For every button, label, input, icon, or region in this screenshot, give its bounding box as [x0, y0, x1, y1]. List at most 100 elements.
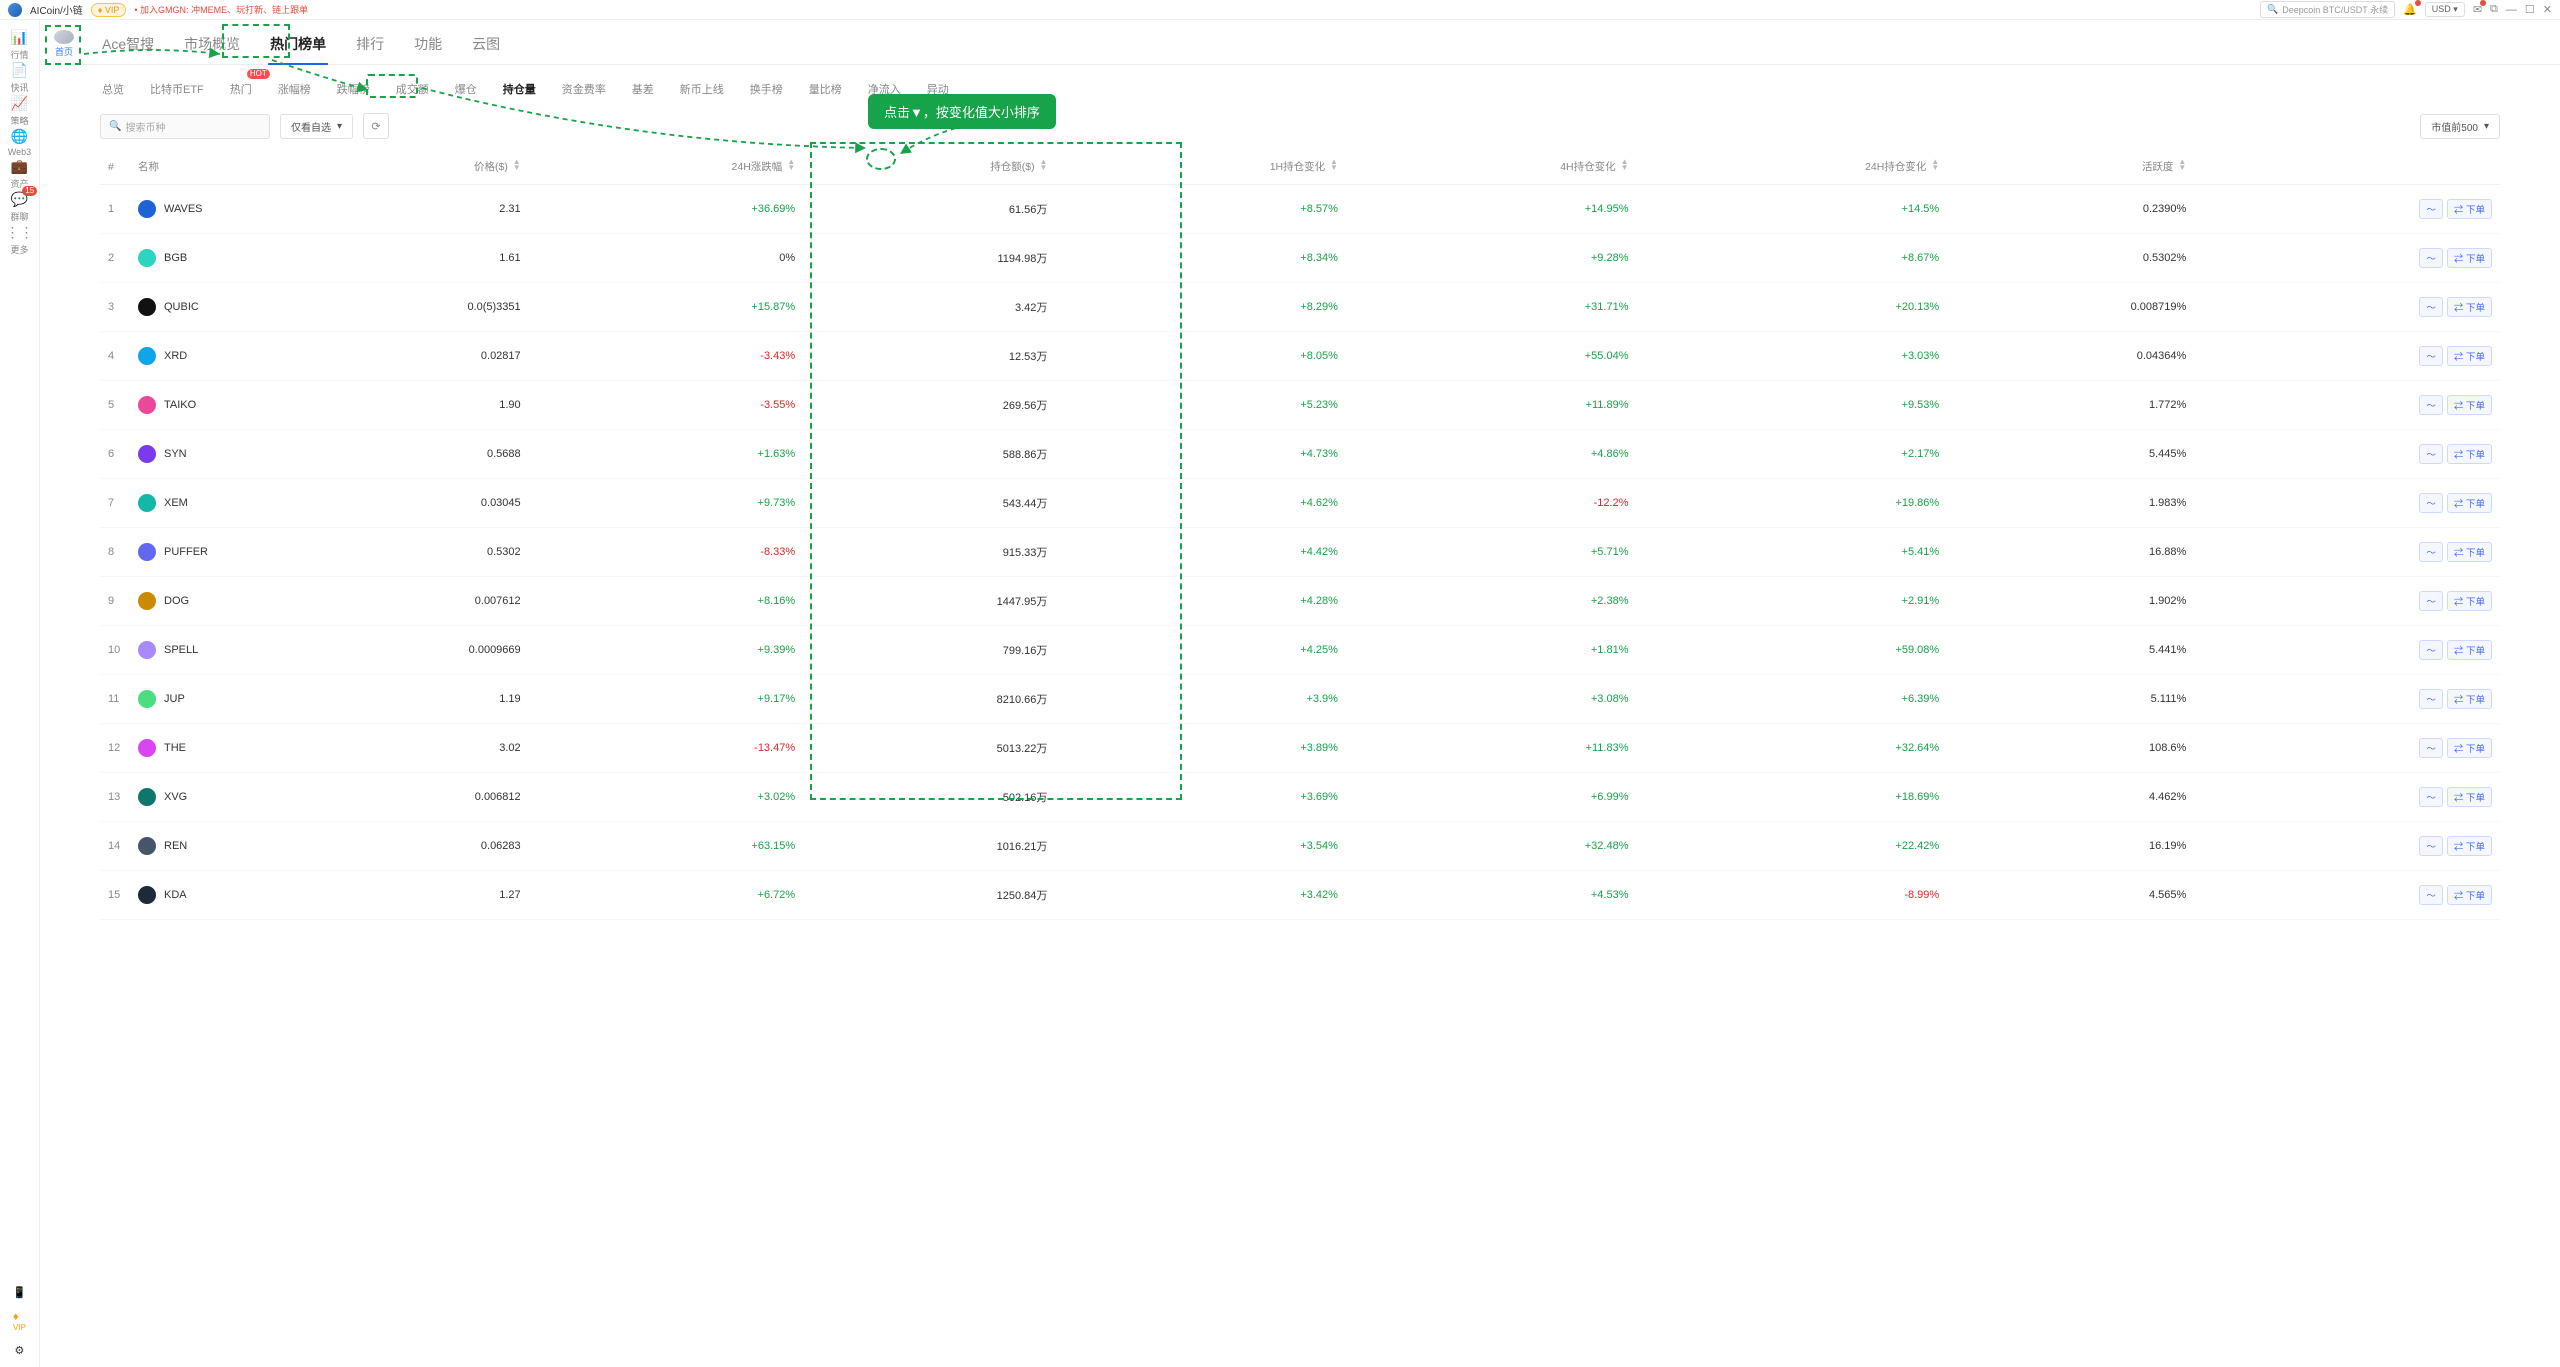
order-button[interactable]: ⇄ 下单: [2447, 738, 2492, 758]
filter-select[interactable]: 仅看自选▾: [280, 114, 353, 139]
table-row[interactable]: 10 SPELL 0.0009669 +9.39% 799.16万 +4.25%…: [100, 626, 2500, 675]
sub-tab-0[interactable]: 总览: [100, 77, 126, 101]
order-button[interactable]: ⇄ 下单: [2447, 346, 2492, 366]
order-button[interactable]: ⇄ 下单: [2447, 542, 2492, 562]
table-row[interactable]: 8 PUFFER 0.5302 -8.33% 915.33万 +4.42% +5…: [100, 528, 2500, 577]
nav-tab-1[interactable]: 市场概览: [182, 28, 242, 64]
chart-button[interactable]: 〜: [2419, 885, 2443, 905]
chart-button[interactable]: 〜: [2419, 444, 2443, 464]
sub-tab-5[interactable]: 成交额: [394, 77, 431, 101]
table-row[interactable]: 14 REN 0.06283 +63.15% 1016.21万 +3.54% +…: [100, 822, 2500, 871]
order-button[interactable]: ⇄ 下单: [2447, 885, 2492, 905]
sub-tab-9[interactable]: 基差: [630, 77, 656, 101]
settings-icon[interactable]: ⚙: [15, 1344, 25, 1357]
chart-button[interactable]: 〜: [2419, 787, 2443, 807]
table-row[interactable]: 5 TAIKO 1.90 -3.55% 269.56万 +5.23% +11.8…: [100, 381, 2500, 430]
chart-button[interactable]: 〜: [2419, 493, 2443, 513]
chart-button[interactable]: 〜: [2419, 199, 2443, 219]
home-button[interactable]: 首页: [50, 30, 78, 58]
sidebar-item-Web3[interactable]: 🌐Web3: [8, 127, 31, 157]
chart-button[interactable]: 〜: [2419, 689, 2443, 709]
table-row[interactable]: 1 WAVES 2.31 +36.69% 61.56万 +8.57% +14.9…: [100, 185, 2500, 234]
sub-tab-14[interactable]: 异动: [925, 77, 951, 101]
order-button[interactable]: ⇄ 下单: [2447, 248, 2492, 268]
sidebar-icon: 📄: [10, 61, 28, 79]
order-button[interactable]: ⇄ 下单: [2447, 199, 2492, 219]
maximize-icon[interactable]: ☐: [2525, 3, 2535, 16]
chart-button[interactable]: 〜: [2419, 542, 2443, 562]
chart-button[interactable]: 〜: [2419, 836, 2443, 856]
table-row[interactable]: 15 KDA 1.27 +6.72% 1250.84万 +3.42% +4.53…: [100, 871, 2500, 920]
sidebar-item-更多[interactable]: ⋮⋮更多: [8, 223, 31, 256]
refresh-button[interactable]: ⟳: [363, 113, 389, 139]
table-row[interactable]: 4 XRD 0.02817 -3.43% 12.53万 +8.05% +55.0…: [100, 332, 2500, 381]
sub-tab-2[interactable]: 热门HOT: [228, 77, 254, 101]
sub-tab-3[interactable]: 涨幅榜: [276, 77, 313, 101]
order-button[interactable]: ⇄ 下单: [2447, 689, 2492, 709]
vip-icon[interactable]: ♦VIP: [13, 1311, 26, 1332]
nav-tab-0[interactable]: Ace智搜: [100, 28, 156, 64]
order-button[interactable]: ⇄ 下单: [2447, 493, 2492, 513]
sidebar-item-群聊[interactable]: 💬群聊15: [8, 190, 31, 223]
order-button[interactable]: ⇄ 下单: [2447, 395, 2492, 415]
chart-button[interactable]: 〜: [2419, 591, 2443, 611]
sub-tab-7[interactable]: 持仓量: [501, 77, 538, 101]
col-header-6[interactable]: 4H持仓变化 ▲▼: [1346, 149, 1637, 185]
col-header-7[interactable]: 24H持仓变化 ▲▼: [1636, 149, 1947, 185]
col-header-2[interactable]: 价格($) ▲▼: [290, 149, 529, 185]
sub-tab-10[interactable]: 新币上线: [678, 77, 726, 101]
marketcap-filter[interactable]: 市值前500▾: [2420, 114, 2500, 139]
app-brand: AICoin/小链: [30, 2, 83, 17]
nav-tab-5[interactable]: 云图: [470, 28, 502, 64]
nav-tab-4[interactable]: 功能: [412, 28, 444, 64]
sub-tab-4[interactable]: 跌幅榜: [335, 77, 372, 101]
promo-text[interactable]: • 加入GMGN: 冲MEME、玩打新、链上跟单: [134, 3, 308, 16]
col-header-8[interactable]: 活跃度 ▲▼: [1947, 149, 2194, 185]
close-icon[interactable]: ✕: [2543, 3, 2552, 16]
sub-tab-8[interactable]: 资金费率: [560, 77, 608, 101]
order-button[interactable]: ⇄ 下单: [2447, 787, 2492, 807]
col-header-3[interactable]: 24H涨跌幅 ▲▼: [529, 149, 803, 185]
order-button[interactable]: ⇄ 下单: [2447, 836, 2492, 856]
order-button[interactable]: ⇄ 下单: [2447, 640, 2492, 660]
nav-tab-3[interactable]: 排行: [354, 28, 386, 64]
chart-button[interactable]: 〜: [2419, 395, 2443, 415]
sub-tab-6[interactable]: 爆仓: [453, 77, 479, 101]
global-search[interactable]: 🔍Deepcoin BTC/USDT 永续: [2260, 1, 2395, 18]
chart-button[interactable]: 〜: [2419, 297, 2443, 317]
table-row[interactable]: 13 XVG 0.006812 +3.02% 502.16万 +3.69% +6…: [100, 773, 2500, 822]
minimize-icon[interactable]: —: [2506, 4, 2517, 16]
chart-button[interactable]: 〜: [2419, 248, 2443, 268]
chart-button[interactable]: 〜: [2419, 738, 2443, 758]
order-button[interactable]: ⇄ 下单: [2447, 297, 2492, 317]
popout-icon[interactable]: ⧉: [2490, 3, 2498, 16]
table-row[interactable]: 6 SYN 0.5688 +1.63% 588.86万 +4.73% +4.86…: [100, 430, 2500, 479]
chart-button[interactable]: 〜: [2419, 346, 2443, 366]
messages-icon[interactable]: ✉: [2473, 3, 2482, 16]
table-row[interactable]: 12 THE 3.02 -13.47% 5013.22万 +3.89% +11.…: [100, 724, 2500, 773]
sub-tab-1[interactable]: 比特币ETF: [148, 77, 206, 101]
sidebar-icon: 📈: [10, 94, 28, 112]
table-row[interactable]: 2 BGB 1.61 0% 1194.98万 +8.34% +9.28% +8.…: [100, 234, 2500, 283]
order-button[interactable]: ⇄ 下单: [2447, 444, 2492, 464]
table-row[interactable]: 9 DOG 0.007612 +8.16% 1447.95万 +4.28% +2…: [100, 577, 2500, 626]
coin-search[interactable]: 🔍搜索币种: [100, 114, 270, 139]
sidebar-item-快讯[interactable]: 📄快讯: [8, 61, 31, 94]
chart-button[interactable]: 〜: [2419, 640, 2443, 660]
sub-tab-12[interactable]: 量比榜: [807, 77, 844, 101]
sidebar-item-策略[interactable]: 📈策略: [8, 94, 31, 127]
col-header-4[interactable]: 持仓额($) ▲▼: [803, 149, 1055, 185]
vip-badge[interactable]: ♦ VIP: [91, 3, 127, 17]
mobile-icon[interactable]: 📱: [13, 1286, 27, 1299]
sub-tab-11[interactable]: 换手榜: [748, 77, 785, 101]
table-row[interactable]: 7 XEM 0.03045 +9.73% 543.44万 +4.62% -12.…: [100, 479, 2500, 528]
sub-tab-13[interactable]: 净流入: [866, 77, 903, 101]
col-header-5[interactable]: 1H持仓变化 ▲▼: [1055, 149, 1346, 185]
table-row[interactable]: 11 JUP 1.19 +9.17% 8210.66万 +3.9% +3.08%…: [100, 675, 2500, 724]
order-button[interactable]: ⇄ 下单: [2447, 591, 2492, 611]
sidebar-item-行情[interactable]: 📊行情: [8, 28, 31, 61]
table-row[interactable]: 3 QUBIC 0.0(5)3351 +15.87% 3.42万 +8.29% …: [100, 283, 2500, 332]
nav-tab-2[interactable]: 热门榜单: [268, 28, 328, 64]
notifications-icon[interactable]: 🔔: [2403, 3, 2417, 16]
currency-selector[interactable]: USD ▾: [2425, 2, 2465, 17]
